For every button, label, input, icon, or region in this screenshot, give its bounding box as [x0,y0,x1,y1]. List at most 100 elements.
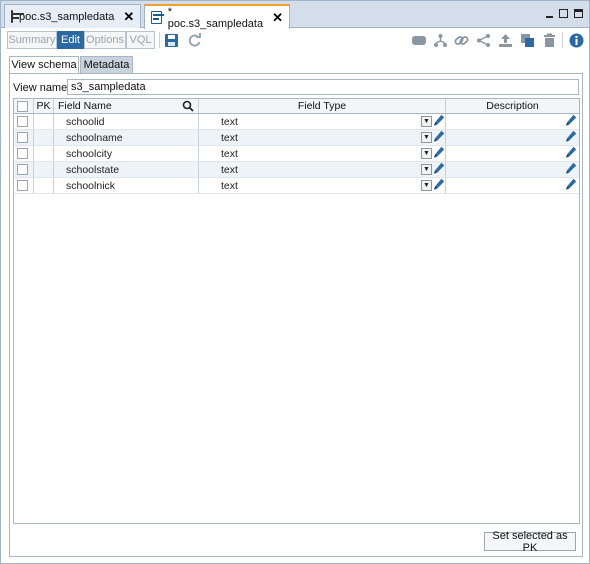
chevron-down-icon[interactable]: ▼ [421,164,432,175]
search-icon[interactable] [182,100,194,115]
editor-tab-inactive[interactable]: poc.s3_sampledata ✕ [4,4,141,28]
field-type-value: text [221,163,238,176]
field-type-cell[interactable]: text ▼ [199,146,446,161]
summary-button[interactable]: Summary [7,31,57,49]
field-type-value: text [221,131,238,144]
info-icon[interactable] [568,32,584,48]
view-icon [11,10,24,23]
row-select-cell [14,178,34,193]
tab-view-schema[interactable]: View schema [9,56,79,73]
vql-button[interactable]: VQL [126,31,155,49]
maximize-icon[interactable] [574,9,583,18]
fields-grid: PK Field Name Field Type Description sch… [13,98,580,524]
description-cell[interactable] [446,162,579,177]
select-all-checkbox[interactable] [17,100,28,112]
link-icon[interactable] [453,32,469,48]
pk-cell[interactable] [34,178,54,193]
row-checkbox[interactable] [17,116,28,127]
field-type-cell[interactable]: text ▼ [199,114,446,129]
copy-icon[interactable] [519,32,535,48]
trash-icon[interactable] [541,32,557,48]
editor-tab-strip: poc.s3_sampledata ✕ * poc.s3_sampledata … [1,1,589,30]
editor-tab-active[interactable]: * poc.s3_sampledata ✕ [144,4,290,30]
close-icon[interactable]: ✕ [123,10,134,23]
save-icon[interactable] [163,32,179,48]
field-name-cell[interactable]: schoolid [54,114,199,129]
tree-icon[interactable] [432,32,448,48]
row-checkbox[interactable] [17,148,28,159]
set-selected-as-pk-button[interactable]: Set selected as PK [484,530,576,554]
chevron-down-icon[interactable]: ▼ [421,116,432,127]
edit-type-icon[interactable] [433,146,445,159]
upload-icon[interactable] [497,32,513,48]
field-name-cell[interactable]: schoolnick [54,178,199,193]
description-cell[interactable] [446,178,579,193]
minimize-icon[interactable] [546,15,553,18]
row-select-cell [14,162,34,177]
description-cell[interactable] [446,130,579,145]
edit-type-icon[interactable] [433,178,445,191]
description-cell[interactable] [446,146,579,161]
refresh-icon[interactable] [186,32,202,48]
field-name-cell[interactable]: schoolname [54,130,199,145]
field-name-cell[interactable]: schoolcity [54,146,199,161]
view-name-label: View name: [13,82,71,94]
field-type-cell[interactable]: text ▼ [199,162,446,177]
options-button[interactable]: Options [84,31,126,49]
field-type-cell[interactable]: text ▼ [199,178,446,193]
row-checkbox[interactable] [17,132,28,143]
edit-description-icon[interactable] [565,178,577,191]
view-schema-panel: View name: PK Field Name Field Type Desc… [9,73,583,557]
edit-description-icon[interactable] [565,162,577,175]
edit-description-icon[interactable] [565,114,577,127]
chevron-down-icon[interactable]: ▼ [421,148,432,159]
edit-type-icon[interactable] [433,130,445,143]
view-icon [151,11,164,24]
chevron-down-icon[interactable]: ▼ [421,180,432,191]
pk-header[interactable]: PK [34,99,54,113]
share-icon[interactable] [475,32,491,48]
edit-type-icon[interactable] [433,114,445,127]
select-all-cell [14,99,34,113]
description-cell[interactable] [446,114,579,129]
table-row[interactable]: schoolcity text ▼ [14,146,579,162]
edit-description-icon[interactable] [565,130,577,143]
toolbar-separator [159,32,160,48]
pk-cell[interactable] [34,162,54,177]
row-select-cell [14,130,34,145]
table-row[interactable]: schoolnick text ▼ [14,178,579,194]
window-controls [546,9,583,18]
description-header[interactable]: Description [446,99,579,113]
field-name-cell[interactable]: schoolstate [54,162,199,177]
chevron-down-icon[interactable]: ▼ [421,132,432,143]
field-type-header[interactable]: Field Type [199,99,446,113]
field-type-value: text [221,147,238,160]
field-name-header-label: Field Name [58,100,112,112]
toolbar-separator [562,32,563,48]
toolbar: Summary Edit Options VQL [1,29,589,51]
table-row[interactable]: schoolid text ▼ [14,114,579,130]
cloud-icon[interactable] [411,32,427,48]
pk-cell[interactable] [34,114,54,129]
table-row[interactable]: schoolname text ▼ [14,130,579,146]
close-icon[interactable]: ✕ [272,11,283,24]
edit-description-icon[interactable] [565,146,577,159]
row-select-cell [14,114,34,129]
tab-metadata[interactable]: Metadata [80,56,133,73]
row-checkbox[interactable] [17,180,28,191]
field-type-value: text [221,115,238,128]
pk-cell[interactable] [34,146,54,161]
table-row[interactable]: schoolstate text ▼ [14,162,579,178]
grid-header-row: PK Field Name Field Type Description [14,99,579,114]
view-name-input[interactable] [67,79,579,95]
pk-cell[interactable] [34,130,54,145]
edit-button[interactable]: Edit [57,31,84,49]
editor-tab-label: poc.s3_sampledata [19,10,115,23]
editor-tab-label: * poc.s3_sampledata [167,5,264,30]
row-checkbox[interactable] [17,164,28,175]
edit-type-icon[interactable] [433,162,445,175]
field-type-cell[interactable]: text ▼ [199,130,446,145]
row-select-cell [14,146,34,161]
field-name-header[interactable]: Field Name [54,99,199,113]
restore-icon[interactable] [559,9,568,18]
